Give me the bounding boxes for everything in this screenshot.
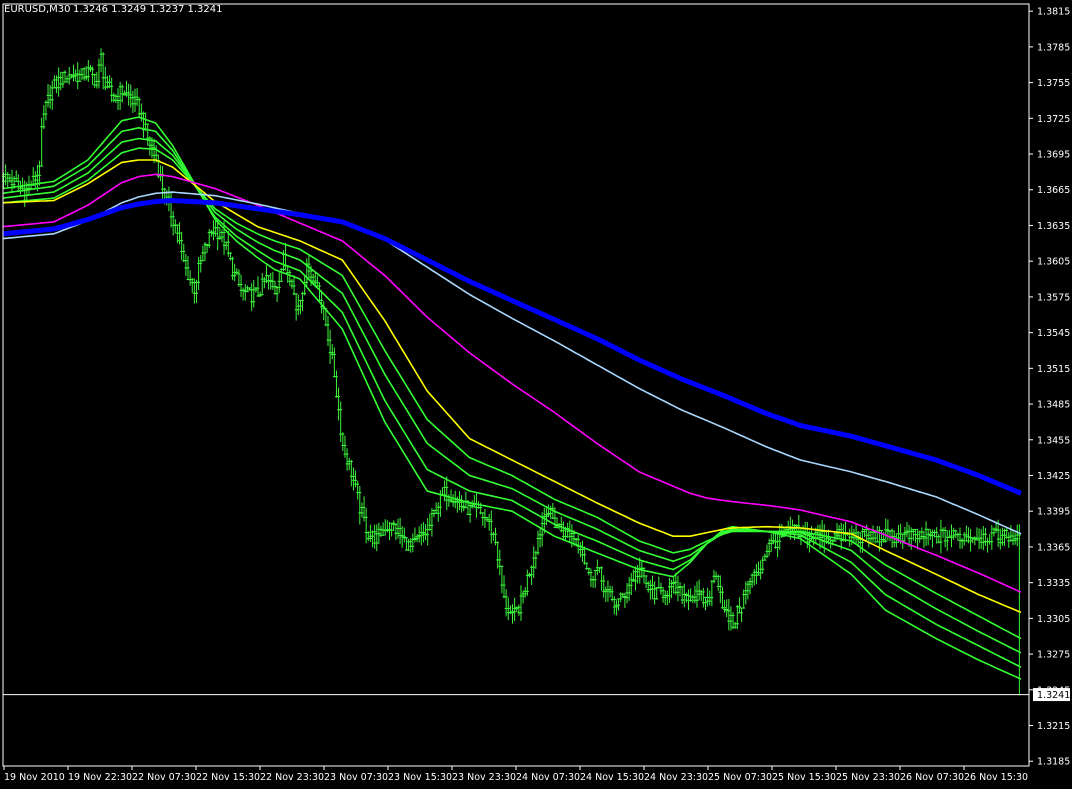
y-tick-label: 1.3695 — [1037, 150, 1070, 161]
x-tick-label: 22 Nov 15:30 — [196, 772, 260, 783]
x-tick-label: 22 Nov 23:30 — [260, 772, 324, 783]
y-tick-label: 1.3185 — [1037, 757, 1070, 768]
y-tick-label: 1.3515 — [1037, 364, 1070, 375]
y-tick-label: 1.3305 — [1037, 614, 1070, 625]
x-tick-label: 19 Nov 22:30 — [68, 772, 132, 783]
y-tick-label: 1.3665 — [1037, 185, 1070, 196]
y-tick-label: 1.3215 — [1037, 721, 1070, 732]
x-tick-label: 24 Nov 07:30 — [516, 772, 580, 783]
x-tick-label: 24 Nov 15:30 — [580, 772, 644, 783]
y-tick-label: 1.3725 — [1037, 114, 1070, 125]
chart-ohlc-label: 1.3246 1.3249 1.3237 1.3241 — [73, 4, 223, 15]
price-chart[interactable]: 1.3815 1.3785 1.3755 1.3725 1.3695 1.3665 1.36… — [0, 0, 1072, 785]
x-tick-label: 23 Nov 23:30 — [452, 772, 516, 783]
x-tick-label: 26 Nov 07:30 — [900, 772, 964, 783]
last-price-label: 1.3241 — [1037, 690, 1070, 701]
x-tick-label: 19 Nov 2010 — [4, 772, 65, 783]
y-tick-label: 1.3785 — [1037, 42, 1070, 53]
x-tick-label: 26 Nov 15:30 — [964, 772, 1028, 783]
chart-background — [0, 0, 1072, 785]
y-tick-label: 1.3365 — [1037, 542, 1070, 553]
y-tick-label: 1.3575 — [1037, 292, 1070, 303]
x-tick-label: 23 Nov 07:30 — [324, 772, 388, 783]
y-tick-label: 1.3545 — [1037, 328, 1070, 339]
chart-canvas[interactable]: 1.3815 1.3785 1.3755 1.3725 1.3695 1.3665 1.36… — [0, 0, 1072, 785]
x-tick-label: 22 Nov 07:30 — [132, 772, 196, 783]
y-tick-label: 1.3335 — [1037, 578, 1070, 589]
y-tick-label: 1.3455 — [1037, 435, 1070, 446]
y-tick-label: 1.3755 — [1037, 78, 1070, 89]
x-tick-label: 25 Nov 07:30 — [708, 772, 772, 783]
y-tick-label: 1.3815 — [1037, 7, 1070, 18]
y-tick-label: 1.3605 — [1037, 257, 1070, 268]
x-tick-label: 25 Nov 15:30 — [772, 772, 836, 783]
y-tick-label: 1.3275 — [1037, 650, 1070, 661]
x-tick-label: 25 Nov 23:30 — [836, 772, 900, 783]
y-tick-label: 1.3635 — [1037, 221, 1070, 232]
chart-symbol-label: EURUSD,M30 — [4, 4, 70, 15]
x-tick-label: 24 Nov 23:30 — [644, 772, 708, 783]
x-tick-label: 23 Nov 15:30 — [388, 772, 452, 783]
y-tick-label: 1.3395 — [1037, 507, 1070, 518]
y-tick-label: 1.3485 — [1037, 400, 1070, 411]
y-tick-label: 1.3425 — [1037, 471, 1070, 482]
